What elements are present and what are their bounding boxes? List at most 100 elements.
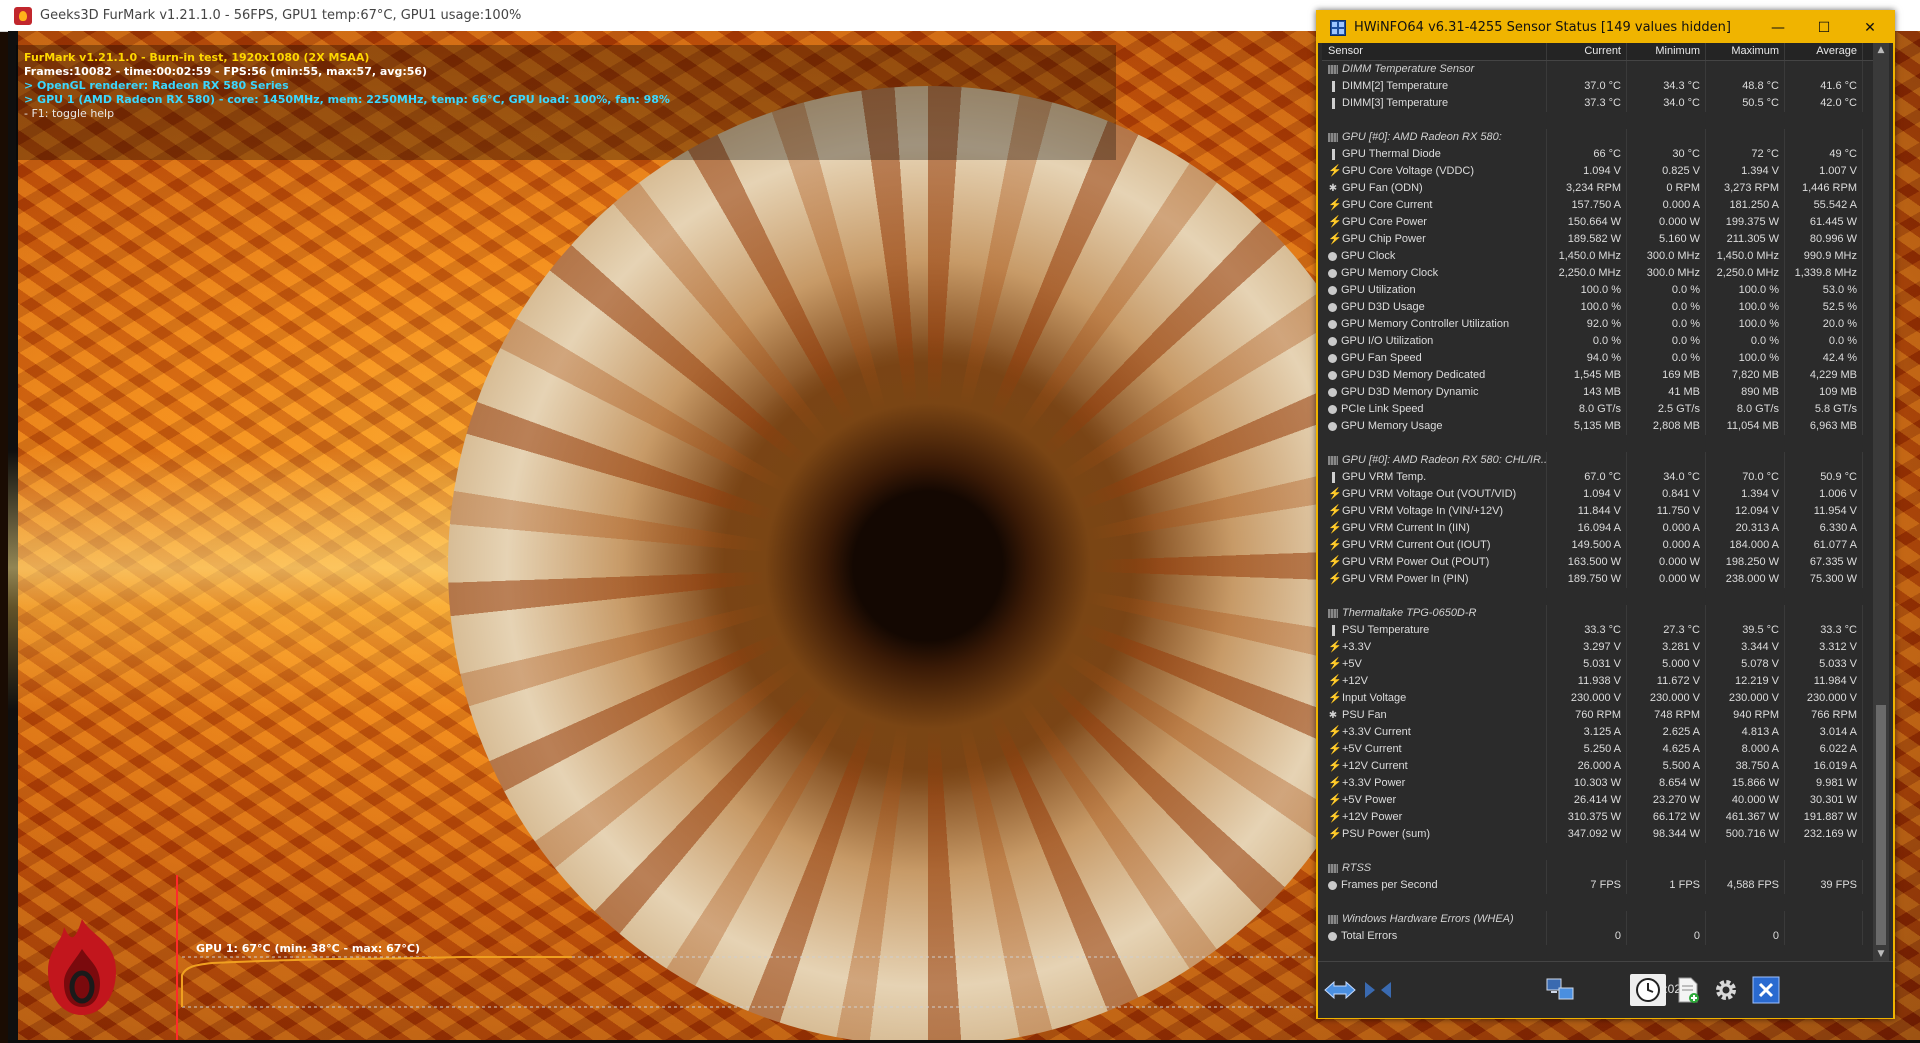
sensor-name: GPU I/O Utilization	[1341, 335, 1434, 347]
sensor-row[interactable]: ⚡ GPU VRM Current Out (IOUT) 149.500 A 0.00…	[1322, 537, 1873, 554]
column-header-current[interactable]: Current	[1547, 43, 1627, 60]
sensor-average: 232.169 W	[1785, 826, 1863, 843]
sensor-row[interactable]: ⚡ +3.3V Power 10.303 W 8.654 W 15.866 W 9.981…	[1322, 775, 1873, 792]
settings-button[interactable]	[1708, 974, 1744, 1006]
sensor-row[interactable]: ⚡ Input Voltage 230.000 V 230.000 V 230.000 …	[1322, 690, 1873, 707]
close-sensors-button[interactable]	[1748, 974, 1784, 1006]
sensor-current: 66 °C	[1547, 146, 1627, 163]
sensor-row[interactable]: GPU VRM Temp. 67.0 °C 34.0 °C 70.0 °C 50.9 °…	[1322, 469, 1873, 486]
spacer-cell	[1547, 843, 1627, 860]
sensor-name: GPU Memory Clock	[1341, 267, 1439, 279]
sensor-current: 8.0 GT/s	[1547, 401, 1627, 418]
sensor-name: +3.3V Power	[1342, 777, 1406, 789]
sensor-group-header[interactable]: GPU [#0]: AMD Radeon RX 580: CHL/IR...	[1322, 452, 1873, 469]
sensor-row[interactable]: GPU D3D Memory Dedicated 1,545 MB 169 MB 7,…	[1322, 367, 1873, 384]
sensor-row[interactable]: GPU Memory Clock 2,250.0 MHz 300.0 MHz 2,25…	[1322, 265, 1873, 282]
sensor-current: 5,135 MB	[1547, 418, 1627, 435]
sensor-grid[interactable]: Sensor Current Minimum Maximum Average D…	[1322, 43, 1873, 961]
sensor-row[interactable]: GPU Utilization 100.0 % 0.0 % 100.0 % 53.0 %	[1322, 282, 1873, 299]
sensor-row[interactable]: Frames per Second 7 FPS 1 FPS 4,588 FPS 39 F…	[1322, 877, 1873, 894]
sensor-group-icon	[1328, 65, 1338, 74]
sensor-row[interactable]: GPU Clock 1,450.0 MHz 300.0 MHz 1,450.0 MHz…	[1322, 248, 1873, 265]
hwinfo-window: HWiNFO64 v6.31-4255 Sensor Status [149 v…	[1316, 10, 1895, 1019]
maximize-button[interactable]: ☐	[1801, 12, 1847, 43]
sensor-row[interactable]: ⚡ +5V Current 5.250 A 4.625 A 8.000 A 6.022 A	[1322, 741, 1873, 758]
column-header-sensor[interactable]: Sensor	[1322, 43, 1547, 60]
sensor-name-cell: ⚡ +12V	[1322, 673, 1547, 690]
double-arrow-icon	[1324, 980, 1356, 1000]
sensor-current: 5.031 V	[1547, 656, 1627, 673]
scroll-up-arrow-icon[interactable]: ▲	[1873, 43, 1889, 57]
sensor-spacer-row	[1322, 112, 1873, 129]
sensor-row[interactable]: GPU I/O Utilization 0.0 % 0.0 % 0.0 % 0.0 %	[1322, 333, 1873, 350]
hwinfo-titlebar[interactable]: HWiNFO64 v6.31-4255 Sensor Status [149 v…	[1318, 12, 1893, 43]
network-button[interactable]	[1542, 974, 1578, 1006]
sensor-average: 39 FPS	[1785, 877, 1863, 894]
sensor-average: 1,339.8 MHz	[1785, 265, 1863, 282]
sensor-row[interactable]: ⚡ PSU Power (sum) 347.092 W 98.344 W 500.716…	[1322, 826, 1873, 843]
sensor-group-header[interactable]: DIMM Temperature Sensor	[1322, 61, 1873, 78]
sensor-current: 100.0 %	[1547, 299, 1627, 316]
sensor-minimum: 30 °C	[1627, 146, 1706, 163]
sensor-row[interactable]: ⚡ GPU Core Power 150.664 W 0.000 W 199.375 W…	[1322, 214, 1873, 231]
sensor-current: 7 FPS	[1547, 877, 1627, 894]
sensor-row[interactable]: ⚡ +5V Power 26.414 W 23.270 W 40.000 W 30.301…	[1322, 792, 1873, 809]
sensor-row[interactable]: Total Errors 0 0 0	[1322, 928, 1873, 945]
sensor-row[interactable]: ⚡ +3.3V 3.297 V 3.281 V 3.344 V 3.312 V	[1322, 639, 1873, 656]
sensor-row[interactable]: GPU Memory Usage 5,135 MB 2,808 MB 11,054 M…	[1322, 418, 1873, 435]
sensor-name-cell: GPU I/O Utilization	[1322, 333, 1547, 350]
sensor-row[interactable]: ⚡ GPU Core Voltage (VDDC) 1.094 V 0.825 V 1.…	[1322, 163, 1873, 180]
sensor-group-header[interactable]: GPU [#0]: AMD Radeon RX 580:	[1322, 129, 1873, 146]
sensor-row[interactable]: PCIe Link Speed 8.0 GT/s 2.5 GT/s 8.0 GT/s 5…	[1322, 401, 1873, 418]
sensor-maximum	[1706, 860, 1785, 877]
sensor-row[interactable]: ⚡ GPU VRM Voltage Out (VOUT/VID) 1.094 V 0.…	[1322, 486, 1873, 503]
sensor-row[interactable]: ⚡ +5V 5.031 V 5.000 V 5.078 V 5.033 V	[1322, 656, 1873, 673]
sensor-name-cell: ⚡ GPU VRM Power Out (POUT)	[1322, 554, 1547, 571]
column-header-maximum[interactable]: Maximum	[1706, 43, 1785, 60]
sensor-row[interactable]: PSU Temperature 33.3 °C 27.3 °C 39.5 °C 33.3…	[1322, 622, 1873, 639]
sensor-row[interactable]: GPU Fan Speed 94.0 % 0.0 % 100.0 % 42.4 %	[1322, 350, 1873, 367]
sensor-row[interactable]: ⚡ GPU VRM Current In (IIN) 16.094 A 0.000 A…	[1322, 520, 1873, 537]
minimize-button[interactable]: —	[1755, 12, 1801, 43]
sensor-row[interactable]: ⚡ +12V Current 26.000 A 5.500 A 38.750 A 16.0…	[1322, 758, 1873, 775]
sensor-row[interactable]: GPU D3D Usage 100.0 % 0.0 % 100.0 % 52.5 %	[1322, 299, 1873, 316]
sensor-minimum: 169 MB	[1627, 367, 1706, 384]
sensor-row[interactable]: GPU Memory Controller Utilization 92.0 % 0…	[1322, 316, 1873, 333]
sensor-row[interactable]: DIMM[2] Temperature 37.0 °C 34.3 °C 48.8 °C…	[1322, 78, 1873, 95]
scroll-down-arrow-icon[interactable]: ▼	[1873, 947, 1889, 961]
sensor-group-header[interactable]: Thermaltake TPG-0650D-R	[1322, 605, 1873, 622]
sensor-row[interactable]: DIMM[3] Temperature 37.3 °C 34.0 °C 50.5 °C…	[1322, 95, 1873, 112]
sensor-name-cell: ⚡ GPU Core Current	[1322, 197, 1547, 214]
column-header-minimum[interactable]: Minimum	[1627, 43, 1706, 60]
clock-reset-button[interactable]	[1630, 974, 1666, 1006]
sensor-row[interactable]: ⚡ GPU VRM Voltage In (VIN/+12V) 11.844 V 11…	[1322, 503, 1873, 520]
sensor-average: 11.984 V	[1785, 673, 1863, 690]
sensor-group-icon	[1328, 915, 1338, 924]
sensor-current: 1,545 MB	[1547, 367, 1627, 384]
sensor-group-header[interactable]: Windows Hardware Errors (WHEA)	[1322, 911, 1873, 928]
scrollbar-thumb[interactable]	[1876, 705, 1886, 945]
sensor-row[interactable]: GPU D3D Memory Dynamic 143 MB 41 MB 890 MB 1…	[1322, 384, 1873, 401]
logging-button[interactable]	[1670, 974, 1706, 1006]
sensor-row[interactable]: ⚡ GPU VRM Power Out (POUT) 163.500 W 0.000 …	[1322, 554, 1873, 571]
expand-columns-button[interactable]	[1322, 974, 1358, 1006]
sensor-current	[1547, 911, 1627, 928]
sensor-row[interactable]: ⚡ GPU VRM Power In (PIN) 189.750 W 0.000 W2…	[1322, 571, 1873, 588]
sensor-row[interactable]: ✱ GPU Fan (ODN) 3,234 RPM 0 RPM 3,273 RPM 1,4…	[1322, 180, 1873, 197]
lightning-icon: ⚡	[1328, 726, 1342, 738]
sensor-row[interactable]: GPU Thermal Diode 66 °C 30 °C 72 °C 49 °C	[1322, 146, 1873, 163]
sensor-row[interactable]: ⚡ +12V 11.938 V 11.672 V 12.219 V 11.984 V	[1322, 673, 1873, 690]
sensor-row[interactable]: ⚡ +3.3V Current 3.125 A 2.625 A 4.813 A 3.014…	[1322, 724, 1873, 741]
sensor-row[interactable]: ⚡ GPU Core Current 157.750 A 0.000 A 181.250…	[1322, 197, 1873, 214]
close-button[interactable]: ✕	[1847, 12, 1893, 43]
sensor-row[interactable]: ⚡ GPU Chip Power 189.582 W 5.160 W 211.305 W…	[1322, 231, 1873, 248]
collapse-columns-button[interactable]	[1360, 974, 1396, 1006]
vertical-scrollbar[interactable]: ▲ ▼	[1873, 43, 1889, 961]
sensor-name-cell: GPU Utilization	[1322, 282, 1547, 299]
sensor-row[interactable]: ⚡ +12V Power 310.375 W 66.172 W 461.367 W 191…	[1322, 809, 1873, 826]
sensor-row[interactable]: ✱ PSU Fan 760 RPM 748 RPM 940 RPM 766 RPM	[1322, 707, 1873, 724]
sensor-average: 1.006 V	[1785, 486, 1863, 503]
sensor-group-header[interactable]: RTSS	[1322, 860, 1873, 877]
sensor-minimum: 0.0 %	[1627, 282, 1706, 299]
column-header-average[interactable]: Average	[1785, 43, 1863, 60]
